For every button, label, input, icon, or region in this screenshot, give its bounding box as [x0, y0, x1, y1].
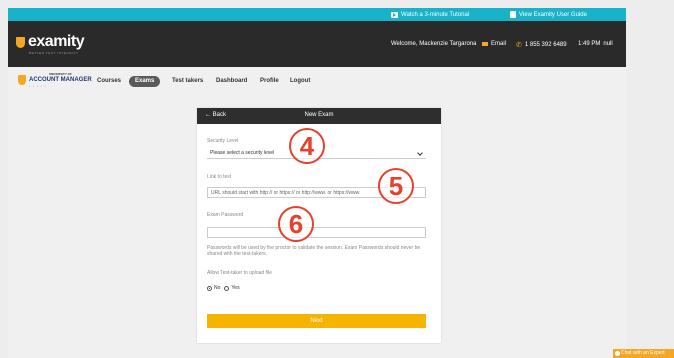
mail-icon	[482, 42, 488, 46]
chevron-down-icon	[417, 150, 423, 156]
nav-exams[interactable]: Exams	[129, 76, 161, 87]
nav-profile[interactable]: Profile	[260, 76, 279, 87]
security-level-label: Security Level	[207, 138, 239, 144]
user-guide-link[interactable]: View Examity User Guide	[510, 10, 587, 19]
nav-dashboard[interactable]: Dashboard	[216, 76, 247, 87]
logo-text: examity	[28, 33, 85, 50]
upload-file-label: Allow Test-taker to upload file	[207, 270, 272, 276]
annotation-5: 5	[378, 168, 414, 204]
link-to-test-label: Link to test	[207, 174, 232, 180]
university-shield-icon	[18, 75, 26, 85]
logo-tagline: BETTER TEST INTEGRITY	[29, 51, 79, 55]
nav-courses[interactable]: Courses	[97, 76, 121, 87]
phone-link[interactable]: ✆ 1 855 392 6489	[516, 41, 567, 49]
email-link[interactable]: Email	[482, 41, 506, 47]
phone-icon: ✆	[516, 42, 522, 49]
phone-number: 1 855 392 6489	[524, 42, 567, 48]
email-label: Email	[491, 41, 507, 47]
header: examity BETTER TEST INTEGRITY Welcome, M…	[8, 21, 626, 67]
next-button[interactable]: Next	[207, 314, 426, 328]
card-title: New Exam	[304, 112, 334, 118]
radio-yes-label: Yes	[231, 285, 240, 291]
card-header: ← Back New Exam	[197, 108, 441, 124]
upload-radio-group: No Yes	[207, 285, 240, 291]
exam-password-input[interactable]	[207, 227, 426, 238]
link-placeholder: URL should start with http:// or https:/…	[211, 190, 361, 196]
nav-logout[interactable]: Logout	[290, 76, 310, 87]
watch-tutorial-label: Watch a 3-minute Tutorial	[401, 11, 470, 18]
annotation-4: 4	[289, 128, 325, 164]
university-logo: UNIVERSITY OF ACCOUNT MANAGER • • • • •	[18, 71, 92, 89]
uni-line3: • • • • •	[29, 83, 47, 88]
shield-logo-icon	[16, 36, 25, 48]
annotation-6: 6	[278, 206, 314, 242]
top-bar: Watch a 3-minute Tutorial View Examity U…	[8, 8, 626, 21]
radio-no-label: No	[214, 285, 221, 291]
examity-logo[interactable]: examity	[16, 33, 85, 50]
radio-no[interactable]	[207, 285, 212, 291]
nav-test-takers[interactable]: Test takers	[172, 76, 203, 87]
play-icon	[391, 11, 398, 18]
clock: 1:49 PM null	[578, 41, 613, 47]
time-text: 1:49 PM	[578, 41, 601, 47]
user-guide-label: View Examity User Guide	[519, 11, 587, 18]
chat-icon	[615, 351, 620, 356]
watch-tutorial-link[interactable]: Watch a 3-minute Tutorial	[391, 10, 469, 19]
welcome-text: Welcome, Mackenzie Targarona	[391, 41, 477, 47]
time-suffix: null	[603, 41, 613, 47]
password-help-text: Passwords will be used by the proctor to…	[207, 245, 421, 257]
security-level-value: Please select a security level	[210, 150, 275, 156]
radio-yes[interactable]	[224, 285, 230, 291]
document-icon	[510, 11, 516, 18]
main-nav: UNIVERSITY OF ACCOUNT MANAGER • • • • • …	[8, 67, 626, 93]
exam-password-label: Exam Password	[207, 212, 244, 218]
uni-line2: ACCOUNT MANAGER	[29, 76, 92, 83]
chat-widget[interactable]: Chat with an Expert	[613, 349, 674, 358]
chat-label: Chat with an Expert	[621, 350, 665, 356]
